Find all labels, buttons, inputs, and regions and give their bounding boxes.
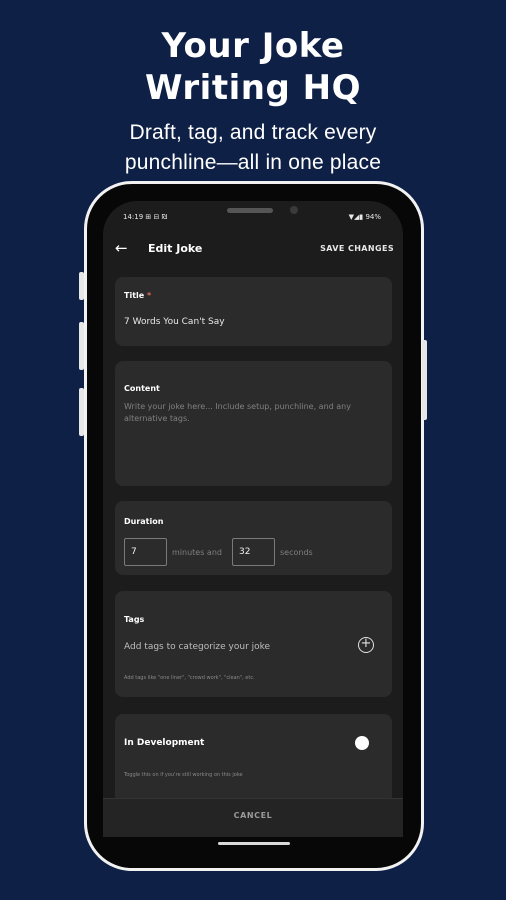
subline-line-2: punchline—all in one place	[124, 151, 382, 174]
app-screen: 14:19 ⊞ ⊟ ₪ ▼◢▮ 94% ← Edit Joke SAVE CHA…	[103, 201, 403, 837]
headline-line-2: Writing HQ	[145, 68, 361, 108]
page-title: Edit Joke	[148, 242, 203, 255]
content-input[interactable]: Write your joke here... Include setup, p…	[124, 401, 374, 425]
development-card: In Development Toggle this on if you're …	[115, 714, 392, 804]
content-label: Content	[124, 384, 160, 393]
duration-label: Duration	[124, 517, 164, 526]
seconds-text: seconds	[280, 548, 313, 557]
duration-card: Duration 7 minutes and 32 seconds	[115, 501, 392, 575]
development-toggle-icon[interactable]	[355, 736, 369, 750]
content-card[interactable]: Content Write your joke here... Include …	[115, 361, 392, 486]
subline-line-1: Draft, tag, and track every	[129, 121, 377, 144]
promo-subline: Draft, tag, and track every punchline—al…	[0, 118, 506, 178]
battery-level: 94%	[365, 213, 381, 221]
phone-side-button	[79, 322, 84, 370]
tags-card: Tags Add tags to categorize your joke + …	[115, 591, 392, 697]
phone-side-button	[79, 272, 84, 300]
phone-side-button	[79, 388, 84, 436]
back-arrow-icon[interactable]: ←	[115, 239, 128, 257]
minutes-input[interactable]: 7	[124, 538, 167, 566]
home-indicator[interactable]	[218, 842, 290, 845]
notification-icons: ⊞ ⊟ ₪	[145, 213, 168, 221]
app-bar: ← Edit Joke SAVE CHANGES	[103, 231, 403, 267]
required-mark: *	[147, 291, 152, 300]
title-card[interactable]: Title * 7 Words You Can't Say	[115, 277, 392, 346]
title-input[interactable]: 7 Words You Can't Say	[124, 317, 225, 327]
save-changes-button[interactable]: SAVE CHANGES	[320, 244, 394, 253]
tags-input[interactable]: Add tags to categorize your joke	[124, 642, 270, 652]
add-tag-icon[interactable]: +	[358, 637, 374, 653]
bottom-bar: CANCEL	[103, 798, 403, 837]
title-label: Title *	[124, 291, 151, 300]
cancel-button[interactable]: CANCEL	[103, 811, 403, 820]
dev-label: In Development	[124, 738, 205, 748]
promo-headline: Your Joke Writing HQ	[0, 25, 506, 109]
minutes-text: minutes and	[172, 548, 222, 557]
seconds-input[interactable]: 32	[232, 538, 275, 566]
status-time: 14:19	[123, 213, 144, 221]
status-right: ▼◢▮ 94%	[349, 213, 381, 221]
phone-power-button	[422, 340, 427, 420]
status-left: 14:19 ⊞ ⊟ ₪	[123, 213, 167, 221]
signal-icons: ▼◢▮	[348, 213, 364, 221]
headline-line-1: Your Joke	[161, 26, 345, 66]
tags-label: Tags	[124, 615, 145, 624]
tags-hint: Add tags like "one liner", "crowd work",…	[124, 675, 255, 681]
status-bar: 14:19 ⊞ ⊟ ₪ ▼◢▮ 94%	[103, 201, 403, 231]
title-label-text: Title	[124, 291, 145, 300]
dev-hint: Toggle this on if you're still working o…	[124, 772, 243, 778]
